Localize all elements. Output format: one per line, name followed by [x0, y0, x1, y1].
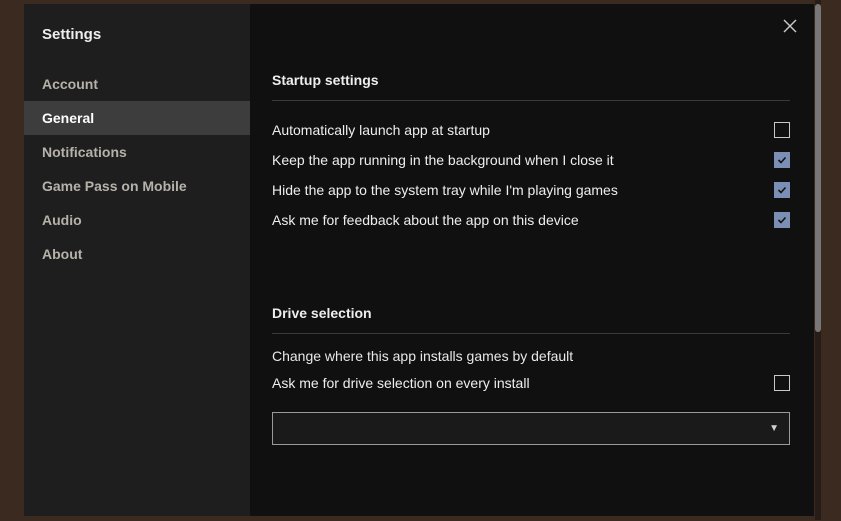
sidebar-item-general[interactable]: General [24, 101, 250, 135]
divider [272, 100, 790, 101]
sidebar-item-notifications[interactable]: Notifications [24, 135, 250, 169]
checkbox-launch-at-startup[interactable] [774, 122, 790, 138]
checkbox-hide-to-tray[interactable] [774, 182, 790, 198]
chevron-down-icon: ▼ [769, 423, 779, 434]
option-label: Automatically launch app at startup [272, 122, 490, 138]
drive-select[interactable]: ▼ [272, 412, 790, 445]
divider [272, 333, 790, 334]
option-label: Ask me for drive selection on every inst… [272, 375, 530, 391]
sidebar-title: Settings [24, 20, 250, 67]
option-label: Keep the app running in the background w… [272, 152, 614, 168]
option-row-ask-feedback: Ask me for feedback about the app on thi… [272, 205, 790, 235]
section-title-startup: Startup settings [272, 72, 790, 88]
option-row-keep-running-background: Keep the app running in the background w… [272, 145, 790, 175]
drive-description: Change where this app installs games by … [272, 348, 790, 364]
close-icon [783, 19, 797, 33]
option-label: Ask me for feedback about the app on thi… [272, 212, 579, 228]
sidebar-item-game-pass-on-mobile[interactable]: Game Pass on Mobile [24, 169, 250, 203]
checkbox-ask-feedback[interactable] [774, 212, 790, 228]
option-row-launch-at-startup: Automatically launch app at startup [272, 115, 790, 145]
settings-modal: Settings Account General Notifications G… [24, 4, 814, 516]
close-button[interactable] [780, 16, 800, 36]
sidebar-item-audio[interactable]: Audio [24, 203, 250, 237]
scrollbar-thumb[interactable] [815, 4, 821, 332]
section-title-drive: Drive selection [272, 305, 790, 321]
sidebar-item-about[interactable]: About [24, 237, 250, 271]
vertical-scrollbar[interactable] [815, 0, 821, 520]
checkbox-ask-drive-selection[interactable] [774, 375, 790, 391]
option-row-ask-drive-selection: Ask me for drive selection on every inst… [272, 368, 790, 398]
settings-main-panel: Startup settings Automatically launch ap… [250, 4, 814, 516]
option-row-hide-to-tray: Hide the app to the system tray while I'… [272, 175, 790, 205]
sidebar-item-account[interactable]: Account [24, 67, 250, 101]
checkbox-keep-running-background[interactable] [774, 152, 790, 168]
settings-sidebar: Settings Account General Notifications G… [24, 4, 250, 516]
option-label: Hide the app to the system tray while I'… [272, 182, 618, 198]
